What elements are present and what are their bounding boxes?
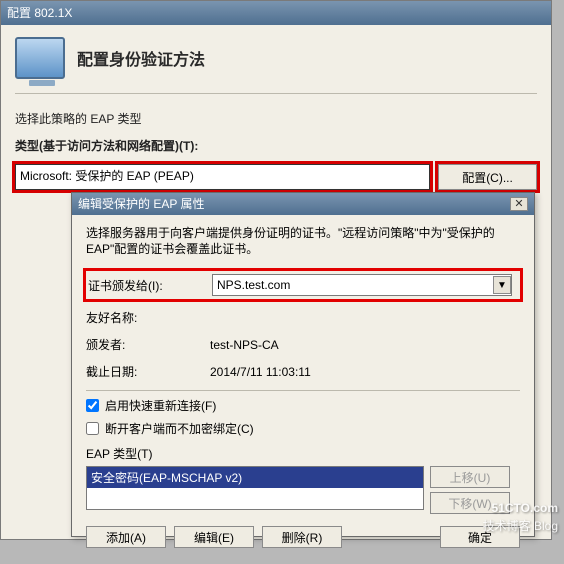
move-down-button[interactable]: 下移(W): [430, 492, 510, 514]
issuer-value: test-NPS-CA: [210, 338, 279, 352]
eap-type-selected-value: Microsoft: 受保护的 EAP (PEAP): [20, 169, 194, 183]
delete-button[interactable]: 删除(R): [262, 526, 342, 548]
issuer-row: 颁发者: test-NPS-CA: [86, 336, 520, 353]
friendly-name-label: 友好名称:: [86, 309, 210, 326]
move-up-button[interactable]: 上移(U): [430, 466, 510, 488]
select-eap-label: 选择此策略的 EAP 类型: [15, 110, 537, 127]
add-button[interactable]: 添加(A): [86, 526, 166, 548]
issuer-label: 颁发者:: [86, 336, 210, 353]
peap-properties-dialog: 编辑受保护的 EAP 属性 ✕ 选择服务器用于向客户端提供身份证明的证书。"远程…: [71, 192, 535, 537]
intro-text: 选择服务器用于向客户端提供身份证明的证书。"远程访问策略"中为"受保护的 EAP…: [86, 225, 520, 257]
ok-button[interactable]: 确定: [440, 526, 520, 548]
computer-icon: [15, 37, 65, 79]
eap-types-label: EAP 类型(T): [86, 445, 520, 462]
configure-button[interactable]: 配置(C)...: [438, 164, 537, 190]
cert-issued-to-row: 证书颁发给(I): NPS.test.com ▼: [86, 271, 520, 299]
outer-window-title: 配置 802.1X: [7, 1, 72, 25]
inner-window-title: 编辑受保护的 EAP 属性: [78, 193, 204, 215]
disconnect-nocipher-row: 断开客户端而不加密绑定(C): [86, 420, 520, 437]
cert-issued-to-value: NPS.test.com: [217, 278, 290, 292]
eap-list-row: 安全密码(EAP-MSCHAP v2) 上移(U) 下移(W): [86, 466, 520, 518]
fast-reconnect-checkbox[interactable]: [86, 399, 99, 412]
reorder-buttons: 上移(U) 下移(W): [430, 466, 510, 518]
eap-type-select[interactable]: Microsoft: 受保护的 EAP (PEAP): [15, 164, 430, 190]
disconnect-nocipher-checkbox[interactable]: [86, 422, 99, 435]
outer-body: 配置身份验证方法 选择此策略的 EAP 类型 类型(基于访问方法和网络配置)(T…: [1, 25, 551, 204]
type-label: 类型(基于访问方法和网络配置)(T):: [15, 137, 537, 154]
cert-issued-to-select[interactable]: NPS.test.com ▼: [212, 274, 512, 296]
chevron-down-icon: ▼: [493, 276, 511, 294]
inner-title-bar: 编辑受保护的 EAP 属性 ✕: [72, 193, 534, 215]
fast-reconnect-label: 启用快速重新连接(F): [105, 397, 216, 414]
separator-2: [86, 390, 520, 391]
cert-issued-to-label: 证书颁发给(I):: [88, 277, 212, 294]
expiry-label: 截止日期:: [86, 363, 210, 380]
inner-body: 选择服务器用于向客户端提供身份证明的证书。"远程访问策略"中为"受保护的 EAP…: [72, 215, 534, 564]
page-title: 配置身份验证方法: [77, 46, 205, 70]
outer-title-bar: 配置 802.1X: [1, 1, 551, 25]
eap-type-row: Microsoft: 受保护的 EAP (PEAP) 配置(C)...: [15, 164, 537, 190]
expiry-row: 截止日期: 2014/7/11 11:03:11: [86, 363, 520, 380]
close-icon[interactable]: ✕: [510, 197, 528, 211]
bottom-buttons: 添加(A) 编辑(E) 删除(R) 确定: [86, 526, 520, 552]
fast-reconnect-row: 启用快速重新连接(F): [86, 397, 520, 414]
eap-types-section: EAP 类型(T) 安全密码(EAP-MSCHAP v2) 上移(U) 下移(W…: [86, 445, 520, 518]
separator: [15, 93, 537, 94]
expiry-value: 2014/7/11 11:03:11: [210, 365, 311, 379]
edit-button[interactable]: 编辑(E): [174, 526, 254, 548]
eap-types-list[interactable]: 安全密码(EAP-MSCHAP v2): [86, 466, 424, 510]
disconnect-nocipher-label: 断开客户端而不加密绑定(C): [105, 420, 254, 437]
friendly-name-row: 友好名称:: [86, 309, 520, 326]
section-head: 配置身份验证方法: [15, 33, 537, 93]
list-item[interactable]: 安全密码(EAP-MSCHAP v2): [87, 467, 423, 488]
